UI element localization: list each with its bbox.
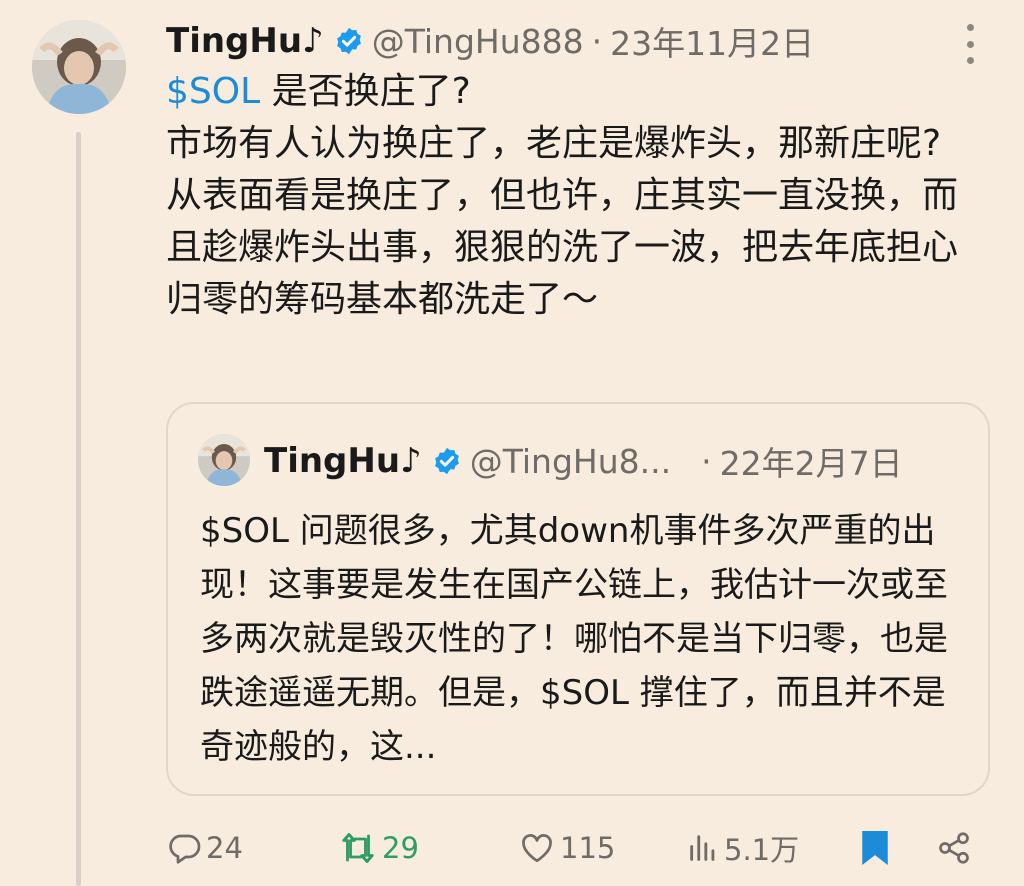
quoted-tweet-date: 22年2月7日: [719, 444, 903, 483]
reply-count: 24: [206, 831, 243, 865]
tweet-line-2: 市场有人认为换庄了，老庄是爆炸头，那新庄呢?: [166, 123, 942, 164]
reply-button[interactable]: 24: [166, 822, 243, 874]
retweet-count: 29: [382, 831, 419, 865]
author-handle[interactable]: @TingHu888: [372, 22, 584, 61]
quoted-author-handle: @TingHu8...: [469, 441, 672, 481]
separator-dot: ·: [591, 21, 603, 61]
more-icon[interactable]: [958, 24, 982, 64]
bookmark-button[interactable]: [858, 822, 892, 874]
retweet-button[interactable]: 29: [338, 822, 419, 874]
quoted-tweet-text: $SOL 问题很多，尤其down机事件多次严重的出现！这事要是发生在国产公链上，…: [200, 511, 948, 767]
quoted-author-avatar: [198, 434, 250, 486]
tweet-action-bar: 24 29 115 5.1万: [166, 822, 996, 874]
tweet-line-3: 从表面看是换庄了，但也许，庄其实一直没换，而且趁爆炸头出事，狠狠的洗了一波，把去…: [166, 175, 959, 320]
share-icon: [936, 830, 972, 866]
views-count: 5.1万: [724, 833, 800, 867]
quoted-tweet-header: TingHu♪ @TingHu8... · 22年2月7日: [264, 434, 903, 488]
like-count: 115: [560, 831, 616, 865]
author-avatar[interactable]: [32, 20, 126, 114]
like-icon: [518, 830, 556, 866]
quoted-author-display-name: TingHu♪: [264, 441, 422, 481]
like-button[interactable]: 115: [518, 822, 615, 874]
bookmark-icon: [858, 828, 892, 868]
tweet-header: TingHu♪ @TingHu888 · 23年11月2日: [166, 18, 814, 64]
views-button[interactable]: 5.1万: [686, 822, 799, 874]
cashtag-link[interactable]: $SOL: [166, 71, 260, 112]
tweet-text: $SOL 是否换庄了? 市场有人认为换庄了，老庄是爆炸头，那新庄呢? 从表面看是…: [166, 66, 986, 326]
reply-icon: [166, 830, 202, 866]
tweet-date[interactable]: 23年11月2日: [610, 17, 814, 65]
author-display-name[interactable]: TingHu♪: [166, 21, 324, 61]
thread-line: [76, 132, 81, 886]
tweet-line-1: 是否换庄了?: [260, 71, 471, 112]
share-button[interactable]: [936, 822, 972, 874]
retweet-icon: [338, 830, 378, 866]
quoted-tweet-card[interactable]: TingHu♪ @TingHu8... · 22年2月7日 $SOL 问题很多，…: [166, 402, 990, 796]
verified-badge-icon: [432, 446, 462, 476]
verified-badge-icon: [334, 26, 364, 56]
views-icon: [686, 830, 720, 866]
separator-dot: ·: [701, 441, 712, 481]
